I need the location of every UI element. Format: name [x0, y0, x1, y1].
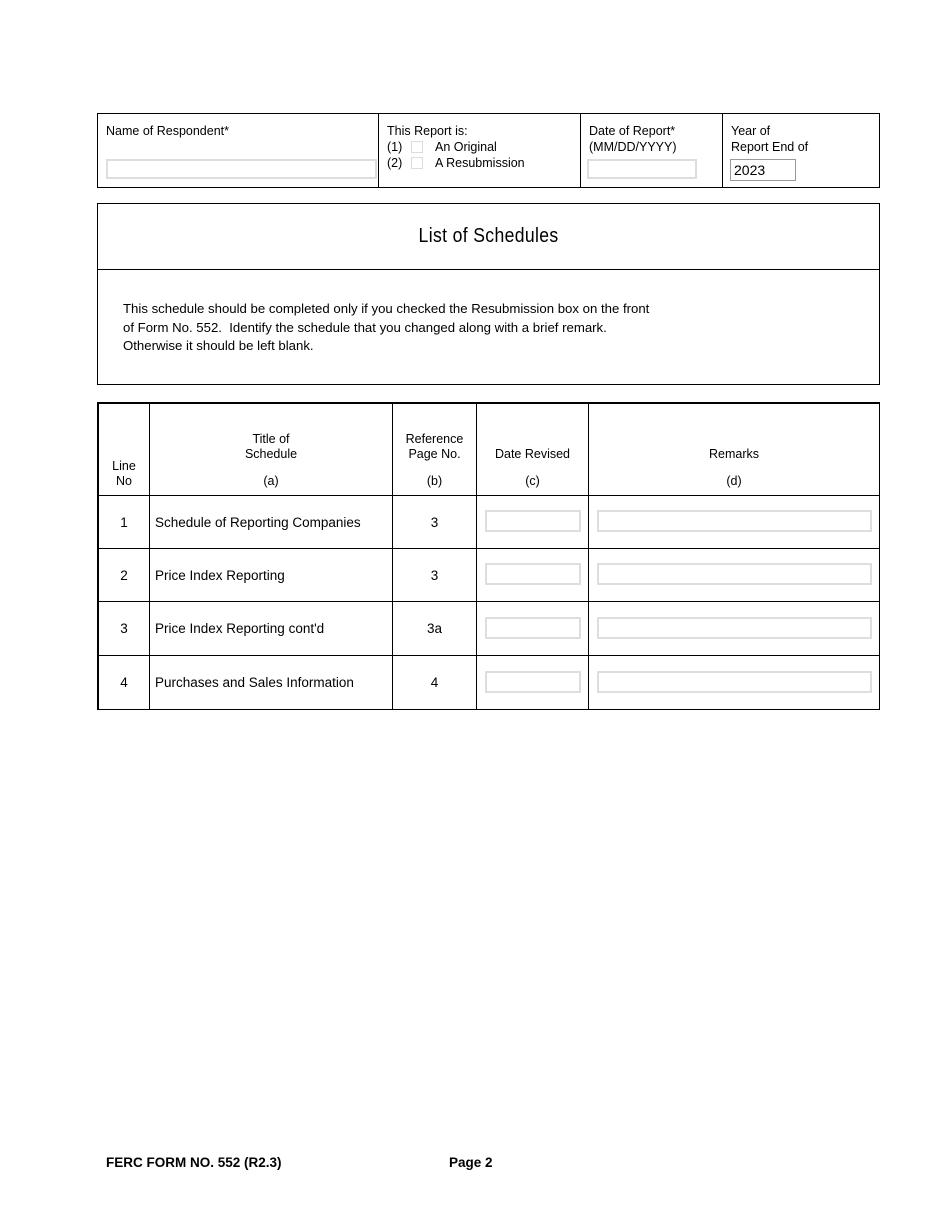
- footer-form-number: FERC FORM NO. 552 (R2.3): [106, 1155, 282, 1170]
- date-of-report-cell: Date of Report* (MM/DD/YYYY): [580, 114, 722, 187]
- table-row: 2 Price Index Reporting 3: [98, 548, 880, 602]
- year-of-report-label-line1: Year of: [731, 124, 771, 138]
- row-1-reference-page: 3: [392, 495, 477, 549]
- column-header-line-no-line1: Line: [112, 459, 136, 473]
- row-4-remarks-input[interactable]: [596, 670, 872, 693]
- row-2-date-revised-input[interactable]: [484, 563, 581, 585]
- column-header-title-line2: Schedule: [244, 447, 298, 461]
- column-header-title-sublabel: (a): [263, 474, 279, 488]
- column-header-title-line1: Title of: [252, 432, 290, 446]
- report-option-2-number: (2): [387, 156, 403, 170]
- row-4-date-revised-cell: [476, 655, 589, 710]
- checkbox-an-original[interactable]: [411, 141, 423, 153]
- row-4-schedule-title: Purchases and Sales Information: [149, 655, 393, 710]
- column-header-remarks: Remarks (d): [588, 403, 880, 496]
- report-option-1-number: (1): [387, 140, 403, 154]
- instructions-line-1: This schedule should be completed only i…: [123, 301, 650, 316]
- row-2-remarks-cell: [588, 548, 880, 602]
- instructions-line-2: of Form No. 552. Identify the schedule t…: [123, 319, 607, 335]
- row-3-reference-page: 3a: [392, 601, 477, 656]
- column-header-date-revised-label: Date Revised: [494, 447, 571, 461]
- row-1-remarks-input[interactable]: [596, 510, 872, 532]
- name-of-respondent-label: Name of Respondent*: [106, 124, 229, 138]
- date-of-report-label-line1: Date of Report*: [589, 124, 676, 138]
- row-2-remarks-input[interactable]: [596, 563, 872, 585]
- form-page: Name of Respondent* This Report is: (1) …: [0, 0, 950, 1230]
- row-4-remarks-cell: [588, 655, 880, 710]
- row-3-date-revised-input[interactable]: [484, 616, 581, 639]
- row-1-remarks-cell: [588, 495, 880, 549]
- row-1-date-revised-input[interactable]: [484, 510, 581, 532]
- date-of-report-input[interactable]: [587, 159, 697, 179]
- year-of-report-end-cell: Year of Report End of: [722, 114, 879, 187]
- row-2-schedule-title: Price Index Reporting: [149, 548, 393, 602]
- table-header-row: Line No Title of Schedule (a) Reference …: [98, 403, 880, 496]
- column-header-ref-sublabel: (b): [426, 474, 443, 488]
- row-3-date-revised-cell: [476, 601, 589, 656]
- column-header-remarks-label: Remarks: [708, 447, 759, 461]
- report-option-original[interactable]: (1) An Original: [387, 139, 580, 155]
- column-header-reference-page-no: Reference Page No. (b): [392, 403, 477, 496]
- schedules-table: Line No Title of Schedule (a) Reference …: [97, 402, 880, 710]
- row-3-line-no: 3: [98, 601, 150, 656]
- page-title: List of Schedules: [418, 225, 559, 247]
- report-option-1-label: An Original: [435, 140, 497, 154]
- row-1-schedule-title: Schedule of Reporting Companies: [149, 495, 393, 549]
- table-row: 4 Purchases and Sales Information 4: [98, 655, 880, 710]
- schedule-title-box: List of Schedules: [97, 203, 880, 270]
- footer-page-number: Page 2: [449, 1155, 493, 1170]
- column-header-date-revised-sublabel: (c): [525, 474, 540, 488]
- instructions-line-3: Otherwise it should be left blank.: [123, 338, 314, 353]
- name-of-respondent-cell: Name of Respondent*: [98, 114, 378, 187]
- respondent-header-table: Name of Respondent* This Report is: (1) …: [97, 113, 880, 188]
- date-of-report-label-line2: (MM/DD/YYYY): [589, 140, 677, 154]
- report-option-2-label: A Resubmission: [435, 156, 525, 170]
- row-1-date-revised-cell: [476, 495, 589, 549]
- row-3-remarks-cell: [588, 601, 880, 656]
- instructions-box: This schedule should be completed only i…: [97, 269, 880, 385]
- this-report-is-label: This Report is:: [387, 124, 468, 138]
- year-of-report-end-input[interactable]: [730, 159, 796, 181]
- row-2-reference-page: 3: [392, 548, 477, 602]
- name-of-respondent-input[interactable]: [106, 159, 377, 179]
- row-3-remarks-input[interactable]: [596, 616, 872, 639]
- row-3-schedule-title: Price Index Reporting cont'd: [149, 601, 393, 656]
- table-row: 3 Price Index Reporting cont'd 3a: [98, 601, 880, 656]
- row-1-line-no: 1: [98, 495, 150, 549]
- table-row: 1 Schedule of Reporting Companies 3: [98, 495, 880, 549]
- row-4-reference-page: 4: [392, 655, 477, 710]
- checkbox-a-resubmission[interactable]: [411, 157, 423, 169]
- report-option-resubmission[interactable]: (2) A Resubmission: [387, 155, 580, 171]
- this-report-is-cell: This Report is: (1) An Original (2) A Re…: [378, 114, 580, 187]
- row-4-line-no: 4: [98, 655, 150, 710]
- column-header-title-of-schedule: Title of Schedule (a): [149, 403, 393, 496]
- column-header-ref-line2: Page No.: [408, 447, 461, 461]
- column-header-remarks-sublabel: (d): [726, 474, 742, 488]
- year-of-report-label-line2: Report End of: [731, 140, 809, 154]
- column-header-ref-line1: Reference: [405, 432, 464, 446]
- row-4-date-revised-input[interactable]: [484, 670, 581, 693]
- column-header-line-no-line2: No: [116, 474, 132, 488]
- row-2-line-no: 2: [98, 548, 150, 602]
- column-header-date-revised: Date Revised (c): [476, 403, 589, 496]
- row-2-date-revised-cell: [476, 548, 589, 602]
- column-header-line-no: Line No: [98, 403, 150, 496]
